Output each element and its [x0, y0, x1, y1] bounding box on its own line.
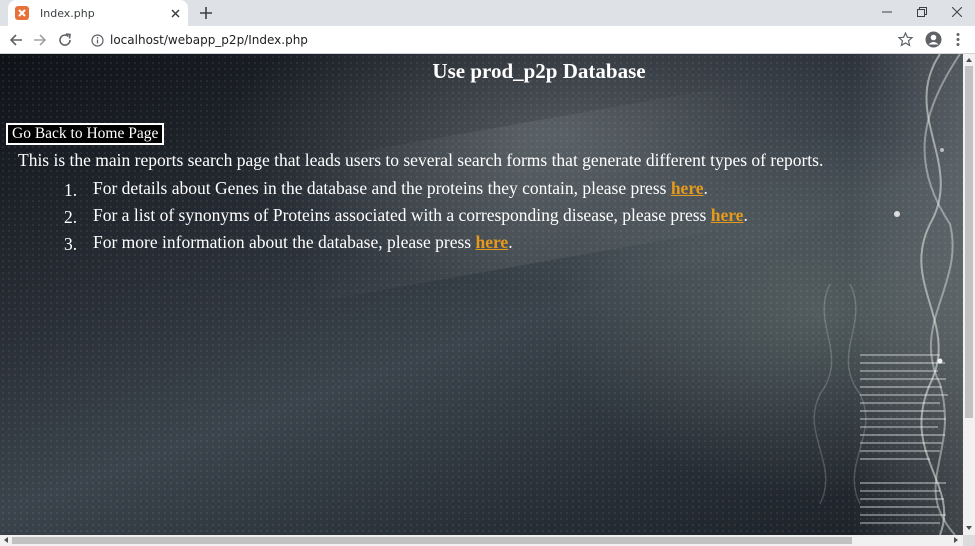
list-text: For details about Genes in the database …	[93, 178, 708, 199]
tab-title: Index.php	[40, 6, 95, 20]
forward-icon[interactable]	[30, 30, 50, 50]
minimize-icon[interactable]	[870, 0, 904, 24]
home-page-button[interactable]: Go Back to Home Page	[6, 123, 165, 145]
list-item-period: .	[743, 205, 748, 225]
vertical-scroll-thumb[interactable]	[965, 66, 973, 418]
info-icon[interactable]	[90, 33, 104, 47]
scroll-left-icon[interactable]	[4, 537, 8, 543]
window-close-icon[interactable]	[940, 0, 974, 24]
reload-icon[interactable]	[55, 30, 75, 50]
scroll-right-icon[interactable]	[954, 537, 958, 543]
menu-icon[interactable]	[953, 31, 963, 48]
browser-tab[interactable]: Index.php	[8, 0, 188, 26]
list-number: 1.	[64, 180, 78, 200]
horizontal-scrollbar[interactable]	[0, 535, 963, 546]
scrollbar-corner	[963, 535, 975, 546]
plus-icon[interactable]	[197, 4, 215, 22]
database-info-here-link[interactable]: here	[475, 232, 508, 252]
scroll-down-icon[interactable]	[966, 526, 972, 530]
list-item-label: For more information about the database,…	[93, 232, 476, 252]
horizontal-scroll-thumb[interactable]	[12, 537, 852, 544]
profile-icon[interactable]	[925, 31, 942, 48]
page-title: Use prod_p2p Database	[432, 59, 646, 83]
browser-toolbar: localhost/webapp_p2p/Index.php	[0, 26, 975, 54]
synonyms-here-link[interactable]: here	[711, 205, 744, 225]
genes-here-link[interactable]: here	[671, 178, 704, 198]
list-text: For more information about the database,…	[93, 232, 513, 253]
tab-strip: Index.php	[0, 0, 975, 26]
list-number: 3.	[64, 234, 78, 254]
address-bar[interactable]: localhost/webapp_p2p/Index.php	[82, 28, 920, 52]
list-item-label: For a list of synonyms of Proteins assoc…	[93, 205, 711, 225]
list-number: 2.	[64, 207, 78, 227]
page-content: Use prod_p2p Database Go Back to Home Pa…	[0, 54, 963, 535]
restore-icon[interactable]	[905, 0, 939, 24]
vertical-scrollbar[interactable]	[963, 54, 975, 535]
url-text: localhost/webapp_p2p/Index.php	[110, 33, 308, 47]
intro-text: This is the main reports search page tha…	[18, 150, 824, 170]
list-item-label: For details about Genes in the database …	[93, 178, 671, 198]
back-icon[interactable]	[6, 30, 26, 50]
close-icon[interactable]	[168, 6, 182, 20]
list-text: For a list of synonyms of Proteins assoc…	[93, 205, 748, 226]
list-item-period: .	[508, 232, 513, 252]
scroll-up-icon[interactable]	[966, 58, 972, 62]
star-icon[interactable]	[897, 31, 914, 48]
list-item-period: .	[703, 178, 708, 198]
page-viewport: Use prod_p2p Database Go Back to Home Pa…	[0, 54, 963, 535]
xampp-favicon-icon	[15, 6, 29, 20]
